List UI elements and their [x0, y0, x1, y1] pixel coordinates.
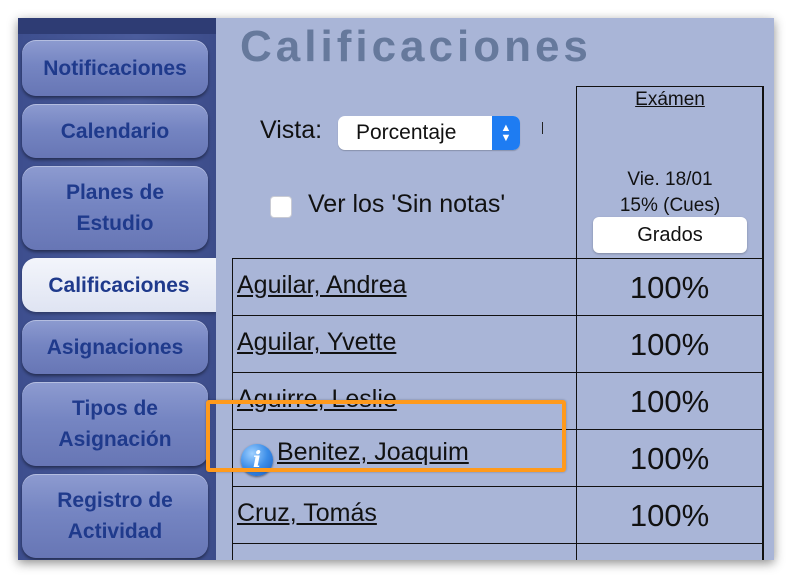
- sin-notas-checkbox[interactable]: [270, 196, 292, 218]
- grade-column-header: Exámen Vie. 18/01 15% (Cues) Grados: [576, 86, 762, 258]
- column-weight: 15% (Cues): [619, 195, 721, 216]
- vista-select-value: Porcentaje: [356, 121, 457, 144]
- sidebar-item-calificaciones[interactable]: Calificaciones: [22, 258, 216, 312]
- column-info: Vie. 18/01 15% (Cues): [577, 167, 763, 219]
- table-row: Aguilar, Yvette 100%: [233, 316, 763, 373]
- grade-cell[interactable]: 100%: [576, 259, 762, 316]
- vista-label: Vista:: [260, 116, 323, 144]
- sidebar-item-registro-de-actividad[interactable]: Registro de Actividad: [22, 474, 208, 558]
- sidebar-item-tipos-de-asignacion[interactable]: Tipos de Asignación: [22, 382, 208, 466]
- table-row: [233, 544, 763, 560]
- student-name-link[interactable]: Aguilar, Yvette: [237, 328, 396, 357]
- sidebar: Notificaciones Calendario Planes de Estu…: [18, 18, 216, 560]
- sidebar-item-asignaciones[interactable]: Asignaciones: [22, 320, 208, 374]
- student-name-link[interactable]: Aguilar, Andrea: [237, 271, 407, 300]
- sidebar-item-notificaciones[interactable]: Notificaciones: [22, 40, 208, 96]
- page-title: Calificaciones: [240, 22, 592, 71]
- table-row: Cruz, Tomás 100%: [233, 487, 763, 544]
- vista-select[interactable]: Porcentaje ▲ ▼: [338, 116, 520, 150]
- text-cursor: [542, 122, 543, 134]
- grados-button[interactable]: Grados: [593, 217, 747, 253]
- column-title-link[interactable]: Exámen: [577, 89, 763, 111]
- highlight-annotation: [206, 400, 566, 472]
- app-window: Notificaciones Calendario Planes de Estu…: [18, 18, 774, 560]
- student-name-link[interactable]: Cruz, Tomás: [237, 499, 377, 528]
- column-date: Vie. 18/01: [627, 169, 713, 190]
- grade-cell[interactable]: 100%: [576, 487, 762, 544]
- grade-cell[interactable]: [576, 544, 762, 560]
- sidebar-item-calendario[interactable]: Calendario: [22, 104, 208, 158]
- main-panel: Calificaciones Vista: Porcentaje ▲ ▼ Ver …: [216, 18, 774, 560]
- sidebar-top-bar: [18, 18, 216, 34]
- grade-cell[interactable]: 100%: [576, 430, 762, 487]
- select-updown-icon: ▲ ▼: [492, 116, 520, 150]
- grade-cell[interactable]: 100%: [576, 316, 762, 373]
- sin-notas-label: Ver los 'Sin notas': [308, 190, 506, 218]
- sidebar-item-planes-de-estudio[interactable]: Planes de Estudio: [22, 166, 208, 250]
- table-row: Aguilar, Andrea 100%: [233, 259, 763, 316]
- grade-cell[interactable]: 100%: [576, 373, 762, 430]
